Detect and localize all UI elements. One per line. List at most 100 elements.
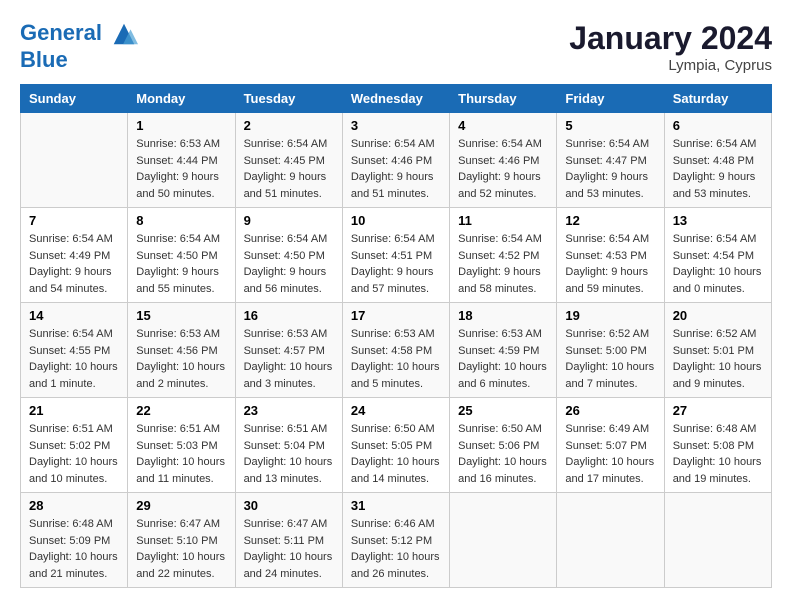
day-number: 19 xyxy=(565,308,655,323)
day-info: Sunrise: 6:54 AMSunset: 4:45 PMDaylight:… xyxy=(244,136,334,202)
day-number: 25 xyxy=(458,403,548,418)
day-info: Sunrise: 6:50 AMSunset: 5:06 PMDaylight:… xyxy=(458,421,548,487)
calendar-cell: 6 Sunrise: 6:54 AMSunset: 4:48 PMDaylight… xyxy=(664,113,771,208)
calendar-cell: 3 Sunrise: 6:54 AMSunset: 4:46 PMDaylight… xyxy=(342,113,449,208)
calendar-cell xyxy=(664,493,771,588)
day-info: Sunrise: 6:53 AMSunset: 4:44 PMDaylight:… xyxy=(136,136,226,202)
calendar-cell: 2 Sunrise: 6:54 AMSunset: 4:45 PMDaylight… xyxy=(235,113,342,208)
day-info: Sunrise: 6:46 AMSunset: 5:12 PMDaylight:… xyxy=(351,516,441,582)
day-number: 24 xyxy=(351,403,441,418)
day-info: Sunrise: 6:54 AMSunset: 4:50 PMDaylight:… xyxy=(136,231,226,297)
calendar-cell: 20Sunrise: 6:52 AMSunset: 5:01 PMDayligh… xyxy=(664,303,771,398)
location: Lympia, Cyprus xyxy=(569,57,772,74)
day-number: 7 xyxy=(29,213,119,228)
day-info: Sunrise: 6:54 AMSunset: 4:47 PMDaylight:… xyxy=(565,136,655,202)
day-info: Sunrise: 6:48 AMSunset: 5:09 PMDaylight:… xyxy=(29,516,119,582)
logo-text: General xyxy=(20,20,138,48)
title-block: January 2024 Lympia, Cyprus xyxy=(569,20,772,74)
day-info: Sunrise: 6:54 AMSunset: 4:50 PMDaylight:… xyxy=(244,231,334,297)
day-info: Sunrise: 6:53 AMSunset: 4:58 PMDaylight:… xyxy=(351,326,441,392)
calendar-cell: 21 Sunrise: 6:51 AMSunset: 5:02 PMDayligh… xyxy=(21,398,128,493)
day-number: 5 xyxy=(565,118,655,133)
day-info: Sunrise: 6:49 AMSunset: 5:07 PMDaylight:… xyxy=(565,421,655,487)
logo-blue: Blue xyxy=(20,48,138,72)
day-number: 9 xyxy=(244,213,334,228)
day-number: 12 xyxy=(565,213,655,228)
weekday-header-row: SundayMondayTuesdayWednesdayThursdayFrid… xyxy=(21,85,772,113)
calendar-cell: 1 Sunrise: 6:53 AMSunset: 4:44 PMDaylight… xyxy=(128,113,235,208)
day-number: 21 xyxy=(29,403,119,418)
calendar-cell xyxy=(557,493,664,588)
day-info: Sunrise: 6:54 AMSunset: 4:52 PMDaylight:… xyxy=(458,231,548,297)
day-number: 22 xyxy=(136,403,226,418)
day-info: Sunrise: 6:54 AMSunset: 4:46 PMDaylight:… xyxy=(351,136,441,202)
calendar-cell xyxy=(21,113,128,208)
calendar-cell: 29 Sunrise: 6:47 AMSunset: 5:10 PMDayligh… xyxy=(128,493,235,588)
weekday-header-sunday: Sunday xyxy=(21,85,128,113)
day-number: 1 xyxy=(136,118,226,133)
calendar-cell: 22 Sunrise: 6:51 AMSunset: 5:03 PMDayligh… xyxy=(128,398,235,493)
calendar-cell: 8Sunrise: 6:54 AMSunset: 4:50 PMDaylight… xyxy=(128,208,235,303)
calendar-week-3: 14Sunrise: 6:54 AMSunset: 4:55 PMDayligh… xyxy=(21,303,772,398)
weekday-header-friday: Friday xyxy=(557,85,664,113)
day-number: 26 xyxy=(565,403,655,418)
calendar-cell: 12 Sunrise: 6:54 AMSunset: 4:53 PMDayligh… xyxy=(557,208,664,303)
day-number: 16 xyxy=(244,308,334,323)
calendar-cell: 27Sunrise: 6:48 AMSunset: 5:08 PMDayligh… xyxy=(664,398,771,493)
day-number: 4 xyxy=(458,118,548,133)
day-number: 18 xyxy=(458,308,548,323)
calendar-cell: 16 Sunrise: 6:53 AMSunset: 4:57 PMDayligh… xyxy=(235,303,342,398)
logo: General Blue xyxy=(20,20,138,72)
weekday-header-monday: Monday xyxy=(128,85,235,113)
day-info: Sunrise: 6:50 AMSunset: 5:05 PMDaylight:… xyxy=(351,421,441,487)
calendar-cell: 23Sunrise: 6:51 AMSunset: 5:04 PMDayligh… xyxy=(235,398,342,493)
calendar-cell: 25 Sunrise: 6:50 AMSunset: 5:06 PMDayligh… xyxy=(450,398,557,493)
logo-icon xyxy=(110,20,138,48)
day-info: Sunrise: 6:53 AMSunset: 4:57 PMDaylight:… xyxy=(244,326,334,392)
day-info: Sunrise: 6:52 AMSunset: 5:00 PMDaylight:… xyxy=(565,326,655,392)
day-number: 28 xyxy=(29,498,119,513)
day-info: Sunrise: 6:47 AMSunset: 5:10 PMDaylight:… xyxy=(136,516,226,582)
day-info: Sunrise: 6:54 AMSunset: 4:48 PMDaylight:… xyxy=(673,136,763,202)
day-info: Sunrise: 6:51 AMSunset: 5:03 PMDaylight:… xyxy=(136,421,226,487)
day-info: Sunrise: 6:53 AMSunset: 4:59 PMDaylight:… xyxy=(458,326,548,392)
calendar-week-2: 7 Sunrise: 6:54 AMSunset: 4:49 PMDaylight… xyxy=(21,208,772,303)
day-info: Sunrise: 6:52 AMSunset: 5:01 PMDaylight:… xyxy=(673,326,763,392)
day-info: Sunrise: 6:54 AMSunset: 4:49 PMDaylight:… xyxy=(29,231,119,297)
calendar-table: SundayMondayTuesdayWednesdayThursdayFrid… xyxy=(20,84,772,588)
calendar-week-5: 28 Sunrise: 6:48 AMSunset: 5:09 PMDayligh… xyxy=(21,493,772,588)
day-info: Sunrise: 6:54 AMSunset: 4:53 PMDaylight:… xyxy=(565,231,655,297)
day-info: Sunrise: 6:53 AMSunset: 4:56 PMDaylight:… xyxy=(136,326,226,392)
day-number: 2 xyxy=(244,118,334,133)
calendar-cell: 30Sunrise: 6:47 AMSunset: 5:11 PMDayligh… xyxy=(235,493,342,588)
day-number: 14 xyxy=(29,308,119,323)
day-number: 13 xyxy=(673,213,763,228)
day-info: Sunrise: 6:51 AMSunset: 5:02 PMDaylight:… xyxy=(29,421,119,487)
calendar-cell: 11 Sunrise: 6:54 AMSunset: 4:52 PMDayligh… xyxy=(450,208,557,303)
day-number: 3 xyxy=(351,118,441,133)
calendar-week-1: 1 Sunrise: 6:53 AMSunset: 4:44 PMDaylight… xyxy=(21,113,772,208)
day-info: Sunrise: 6:51 AMSunset: 5:04 PMDaylight:… xyxy=(244,421,334,487)
day-info: Sunrise: 6:54 AMSunset: 4:54 PMDaylight:… xyxy=(673,231,763,297)
day-number: 31 xyxy=(351,498,441,513)
day-number: 29 xyxy=(136,498,226,513)
day-number: 15 xyxy=(136,308,226,323)
weekday-header-wednesday: Wednesday xyxy=(342,85,449,113)
calendar-cell: 28 Sunrise: 6:48 AMSunset: 5:09 PMDayligh… xyxy=(21,493,128,588)
weekday-header-thursday: Thursday xyxy=(450,85,557,113)
calendar-cell: 9 Sunrise: 6:54 AMSunset: 4:50 PMDaylight… xyxy=(235,208,342,303)
calendar-cell xyxy=(450,493,557,588)
day-number: 27 xyxy=(673,403,763,418)
page-header: General Blue January 2024 Lympia, Cyprus xyxy=(20,20,772,74)
day-number: 17 xyxy=(351,308,441,323)
month-year: January 2024 xyxy=(569,20,772,57)
calendar-cell: 10Sunrise: 6:54 AMSunset: 4:51 PMDayligh… xyxy=(342,208,449,303)
day-number: 11 xyxy=(458,213,548,228)
calendar-cell: 14Sunrise: 6:54 AMSunset: 4:55 PMDayligh… xyxy=(21,303,128,398)
calendar-cell: 5 Sunrise: 6:54 AMSunset: 4:47 PMDaylight… xyxy=(557,113,664,208)
day-info: Sunrise: 6:54 AMSunset: 4:51 PMDaylight:… xyxy=(351,231,441,297)
calendar-cell: 7 Sunrise: 6:54 AMSunset: 4:49 PMDaylight… xyxy=(21,208,128,303)
day-number: 6 xyxy=(673,118,763,133)
calendar-week-4: 21 Sunrise: 6:51 AMSunset: 5:02 PMDayligh… xyxy=(21,398,772,493)
day-number: 30 xyxy=(244,498,334,513)
